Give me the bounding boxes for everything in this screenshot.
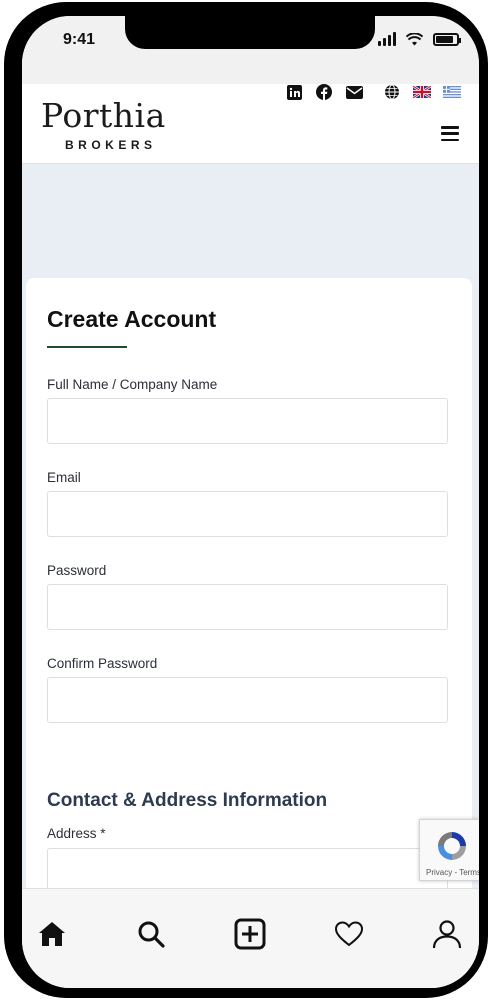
create-account-card: Create Account Full Name / Company Name … xyxy=(26,278,472,928)
menu-hamburger-icon[interactable] xyxy=(441,126,459,141)
recaptcha-icon xyxy=(438,832,466,860)
hero-banner xyxy=(22,164,479,284)
full-name-label: Full Name / Company Name xyxy=(47,377,218,392)
wifi-icon xyxy=(406,32,423,45)
profile-icon[interactable] xyxy=(430,917,464,951)
globe-icon[interactable] xyxy=(383,84,401,100)
address-label: Address * xyxy=(47,826,106,841)
linkedin-icon[interactable] xyxy=(285,84,303,100)
add-icon[interactable] xyxy=(233,917,267,951)
battery-icon xyxy=(433,32,461,46)
status-time: 9:41 xyxy=(63,31,96,48)
mail-icon[interactable] xyxy=(345,84,363,100)
signal-icon xyxy=(378,32,396,46)
confirm-password-input[interactable] xyxy=(47,677,448,723)
site-header: Porthia BROKERS xyxy=(22,84,479,164)
page-title: Create Account xyxy=(47,306,217,332)
greek-flag-icon[interactable] xyxy=(443,86,461,98)
search-icon[interactable] xyxy=(134,917,168,951)
heart-icon[interactable] xyxy=(332,917,366,951)
header-icons xyxy=(285,84,461,100)
password-input[interactable] xyxy=(47,584,448,630)
facebook-icon[interactable] xyxy=(315,84,333,100)
password-label: Password xyxy=(47,563,107,578)
full-name-input[interactable] xyxy=(47,398,448,444)
recaptcha-text[interactable]: Privacy - Terms xyxy=(426,868,479,877)
email-input[interactable] xyxy=(47,491,448,537)
home-icon[interactable] xyxy=(35,917,69,951)
brand-logo[interactable]: Porthia xyxy=(41,96,166,135)
brand-subtitle: BROKERS xyxy=(65,138,157,152)
email-label: Email xyxy=(47,470,81,485)
uk-flag-icon[interactable] xyxy=(413,86,431,98)
recaptcha-badge[interactable]: Privacy - Terms xyxy=(419,819,479,881)
phone-frame: 9:41 Porthia BROKERS Create Account Full… xyxy=(4,2,488,998)
bottom-tab-bar xyxy=(22,888,479,988)
confirm-password-label: Confirm Password xyxy=(47,656,158,671)
status-icons xyxy=(378,32,461,46)
device-notch xyxy=(125,16,375,49)
phone-screen: 9:41 Porthia BROKERS Create Account Full… xyxy=(22,16,479,988)
title-underline xyxy=(47,346,127,348)
contact-section-title: Contact & Address Information xyxy=(47,790,328,811)
